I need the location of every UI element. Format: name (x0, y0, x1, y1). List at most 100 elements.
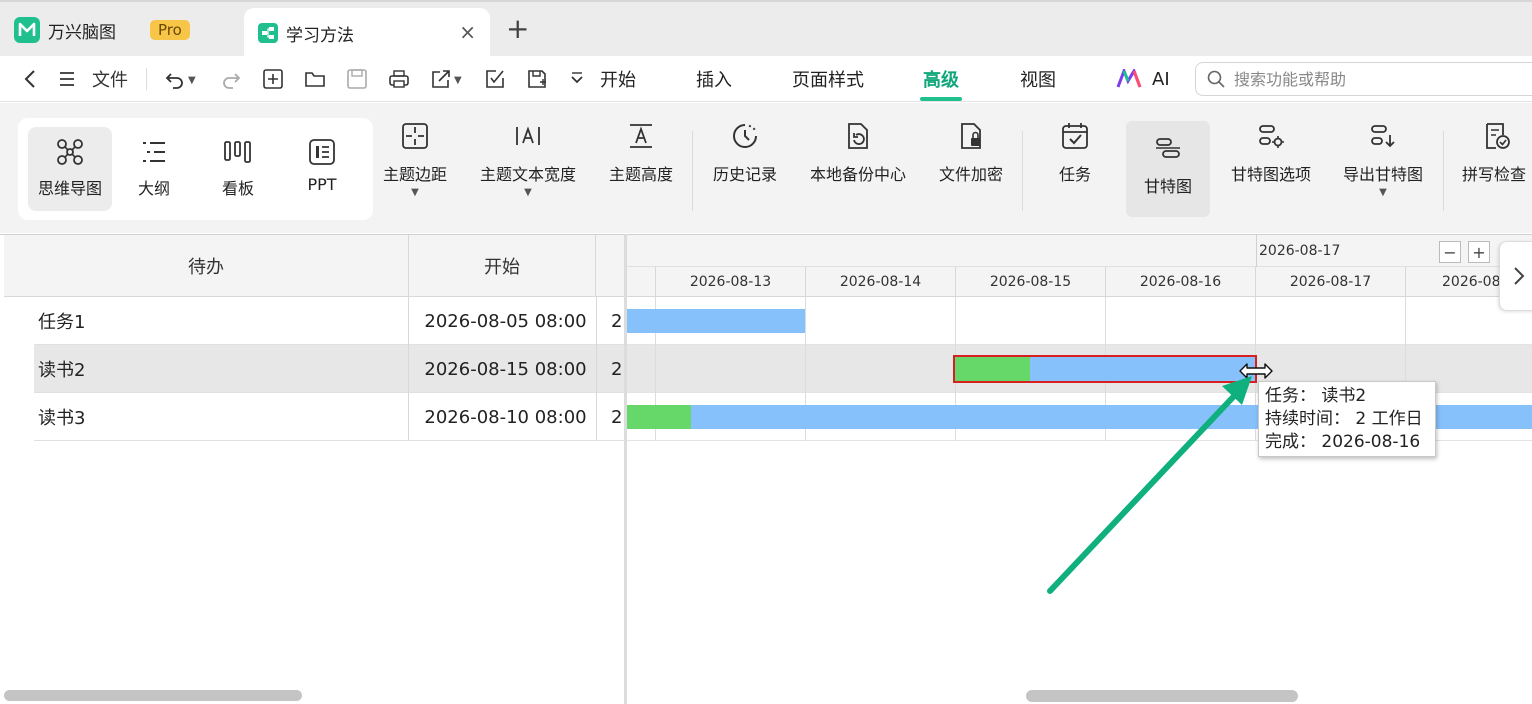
ribbon-toolbar: 思维导图 大纲 看板 PPT 主题边距 ▼ 主题文本宽度 ▼ 主题高度 历史记录… (0, 103, 1532, 233)
gantt-bar-reading2[interactable] (953, 355, 1257, 383)
hamburger-icon (60, 72, 74, 86)
topic-height-button[interactable]: 主题高度 (598, 121, 684, 217)
redo-button[interactable] (220, 56, 242, 102)
file-encrypt-label: 文件加密 (938, 165, 1003, 184)
undo-icon (165, 73, 183, 89)
topic-height-icon (630, 124, 652, 148)
gantt-options-icon (1259, 125, 1284, 148)
gantt-bar-task1[interactable] (627, 309, 805, 333)
undo-dropdown-icon[interactable]: ▼ (188, 75, 196, 86)
kanban-icon (224, 141, 251, 163)
export-dropdown-icon[interactable]: ▼ (454, 75, 462, 86)
tab-insert[interactable]: 插入 (696, 56, 732, 102)
save-as-button[interactable] (526, 56, 548, 102)
tab-ai[interactable]: AI (1116, 56, 1170, 102)
active-tab-indicator (920, 97, 962, 101)
tooltip-finish-label: 完成： (1265, 432, 1316, 452)
app-logo-icon (14, 17, 40, 43)
app-tab[interactable]: 万兴脑图 Pro (14, 10, 190, 50)
search-box[interactable] (1195, 62, 1532, 96)
gantt-date-label: 2026-08-16 (1105, 267, 1255, 297)
tooltip-finish-row: 完成： 2026-08-16 (1265, 431, 1429, 454)
task-truncated-cell[interactable]: 2 (596, 393, 624, 441)
document-tab[interactable]: 学习方法 × (244, 8, 490, 58)
task-name-cell[interactable]: 读书2 (38, 345, 85, 393)
new-file-button[interactable] (262, 56, 284, 102)
undo-button[interactable]: ▼ (164, 56, 196, 102)
spell-check-label: 拼写检查 (1462, 165, 1527, 184)
task-start-cell[interactable]: 2026-08-05 08:00 (408, 297, 596, 345)
export-gantt-button[interactable]: 导出甘特图 ▼ (1332, 121, 1434, 217)
view-outline-button[interactable]: 大纲 (112, 127, 196, 223)
view-ppt-button[interactable]: PPT (280, 127, 364, 223)
gantt-horizontal-scrollbar[interactable] (1026, 690, 1298, 702)
column-header-todo[interactable]: 待办 (4, 235, 409, 297)
gantt-date-label: 2026-08-15 (955, 267, 1105, 297)
search-icon (1207, 70, 1225, 88)
resize-cursor-icon (1239, 363, 1273, 379)
topic-text-width-dropdown-icon[interactable]: ▼ (524, 187, 532, 198)
pro-badge[interactable]: Pro (150, 20, 190, 40)
table-row[interactable]: 读书2 2026-08-15 08:00 2 (34, 345, 624, 393)
history-clock-icon (733, 124, 757, 148)
export-button[interactable]: ▼ (430, 56, 462, 102)
gantt-button[interactable]: 甘特图 (1126, 121, 1210, 217)
file-encrypt-button[interactable]: 文件加密 (928, 121, 1014, 217)
column-header-start[interactable]: 开始 (409, 235, 596, 297)
task-calendar-icon (1062, 123, 1088, 149)
view-ppt-label: PPT (307, 175, 337, 194)
zoom-in-button[interactable]: + (1468, 241, 1490, 263)
tab-start[interactable]: 开始 (600, 56, 636, 102)
table-row[interactable]: 读书3 2026-08-10 08:00 2 (34, 393, 624, 441)
task-button[interactable]: 任务 (1032, 121, 1118, 217)
task-start-cell[interactable]: 2026-08-15 08:00 (408, 345, 596, 393)
search-input[interactable] (1234, 69, 1514, 89)
table-horizontal-scrollbar[interactable] (4, 690, 302, 701)
file-menu[interactable]: 文件 (56, 56, 128, 102)
table-row[interactable]: 任务1 2026-08-05 08:00 2 (34, 297, 624, 345)
new-tab-button[interactable]: + (506, 14, 529, 44)
spell-check-button[interactable]: 拼写检查 (1452, 121, 1532, 217)
task-label: 任务 (1058, 165, 1091, 184)
view-kanban-button[interactable]: 看板 (196, 127, 280, 223)
history-button[interactable]: 历史记录 (702, 121, 788, 217)
zoom-out-button[interactable]: − (1439, 241, 1461, 263)
view-mindmap-button[interactable]: 思维导图 (28, 127, 112, 211)
export-gantt-dropdown-icon[interactable]: ▼ (1379, 187, 1387, 198)
tab-advanced[interactable]: 高级 (923, 56, 959, 102)
scroll-right-button[interactable] (1499, 241, 1532, 311)
topic-margin-button[interactable]: 主题边距 ▼ (372, 121, 458, 217)
chevron-left-icon (24, 70, 35, 88)
task-truncated-cell[interactable]: 2 (596, 297, 624, 345)
ai-label: AI (1152, 68, 1170, 90)
tab-view[interactable]: 视图 (1020, 56, 1056, 102)
back-button[interactable] (20, 56, 42, 102)
topic-margin-icon (402, 123, 428, 149)
task-name-cell[interactable]: 读书3 (38, 393, 85, 441)
menu-bar: 文件 ▼ ▼ 开始 插入 页面样式 高级 视图 AI (0, 56, 1532, 102)
export-gantt-icon (1371, 125, 1395, 148)
more-tools-button[interactable] (566, 56, 588, 102)
task-start-cell[interactable]: 2026-08-10 08:00 (408, 393, 596, 441)
redo-icon (223, 73, 241, 89)
task-name-cell[interactable]: 任务1 (38, 297, 85, 345)
topic-text-width-button[interactable]: 主题文本宽度 ▼ (470, 121, 586, 217)
ribbon-divider (1443, 131, 1444, 211)
local-backup-icon (848, 123, 868, 149)
column-header-truncated[interactable] (596, 235, 624, 297)
tab-page-style[interactable]: 页面样式 (792, 56, 864, 102)
local-backup-button[interactable]: 本地备份中心 (800, 121, 916, 217)
check-button[interactable] (484, 56, 506, 102)
checkbox-edit-icon (486, 70, 504, 88)
close-tab-icon[interactable]: × (459, 20, 476, 44)
save-button[interactable] (346, 56, 368, 102)
print-button[interactable] (388, 56, 410, 102)
folder-icon (305, 72, 325, 87)
gantt-options-button[interactable]: 甘特图选项 (1220, 121, 1322, 217)
open-file-button[interactable] (304, 56, 326, 102)
gantt-date-header: 2026-08-13 2026-08-14 2026-08-15 2026-08… (627, 267, 1532, 297)
gantt-options-label: 甘特图选项 (1230, 165, 1311, 184)
topic-margin-dropdown-icon[interactable]: ▼ (411, 187, 419, 198)
topic-margin-label: 主题边距 (382, 165, 447, 184)
task-truncated-cell[interactable]: 2 (596, 345, 624, 393)
